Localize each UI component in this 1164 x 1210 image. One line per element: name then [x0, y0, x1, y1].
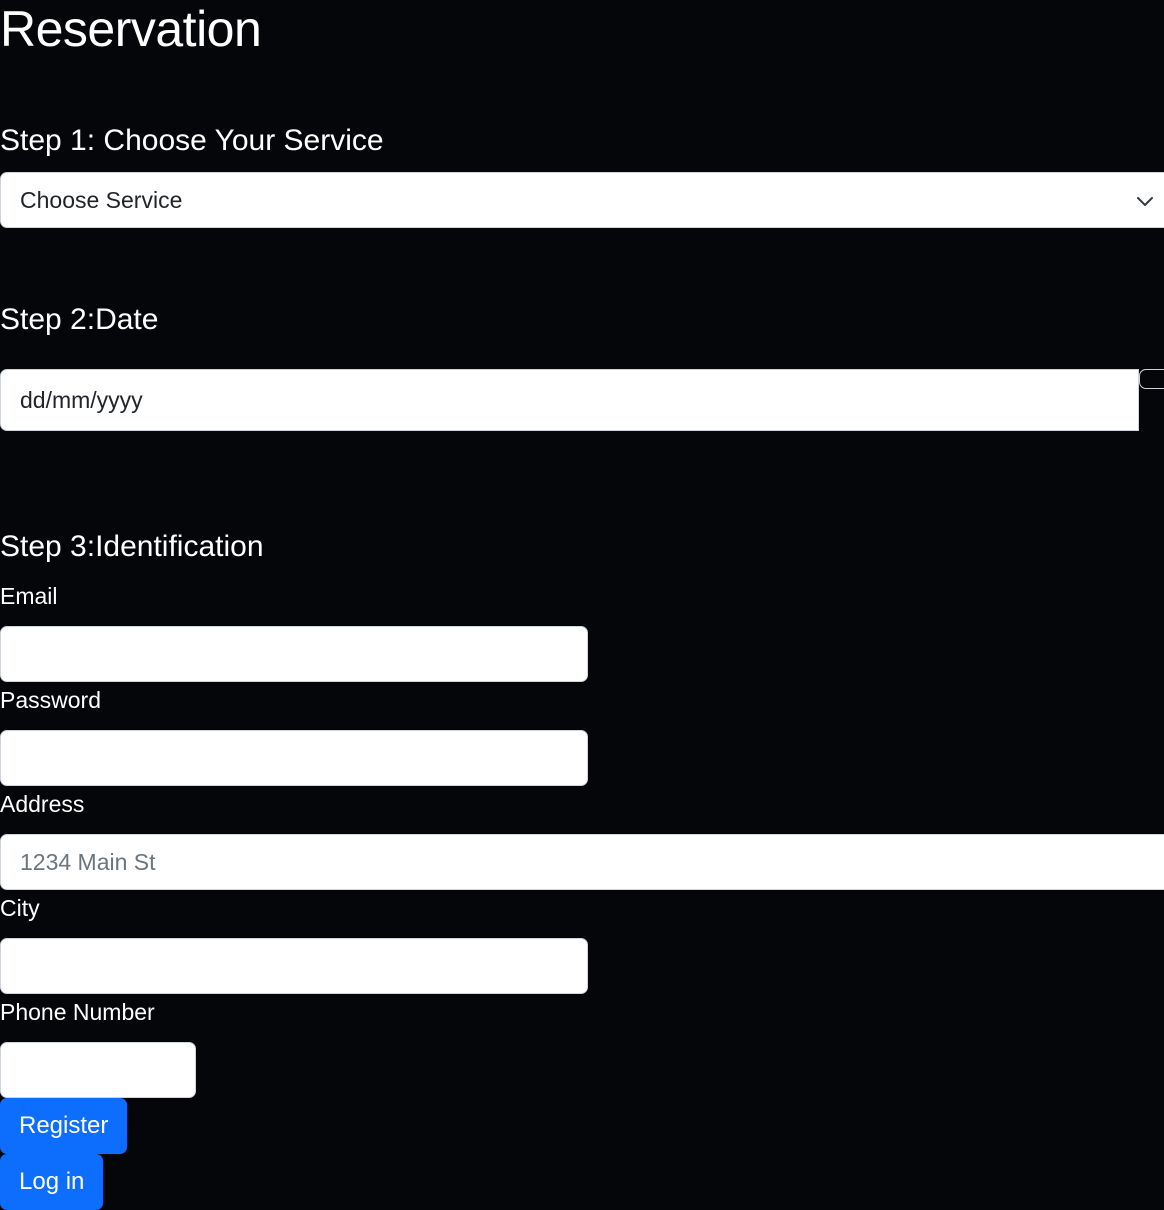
password-label: Password: [0, 687, 101, 713]
step3-heading: Step 3:Identification: [0, 530, 264, 563]
date-placeholder: dd/mm/yyyy: [20, 386, 143, 413]
register-button[interactable]: Register: [0, 1098, 128, 1154]
email-field[interactable]: [0, 626, 588, 682]
email-label: Email: [0, 583, 58, 609]
city-field[interactable]: [0, 938, 588, 994]
service-select[interactable]: Choose Service: [0, 172, 1164, 228]
phone-label: Phone Number: [0, 999, 155, 1025]
address-placeholder: 1234 Main St: [20, 848, 156, 875]
date-picker-toggle[interactable]: [1139, 369, 1164, 389]
date-input[interactable]: dd/mm/yyyy: [0, 369, 1139, 431]
password-field[interactable]: [0, 730, 588, 786]
step2-heading: Step 2:Date: [0, 303, 159, 336]
address-field[interactable]: 1234 Main St: [0, 834, 1164, 890]
step1-heading: Step 1: Choose Your Service: [0, 124, 384, 157]
city-label: City: [0, 895, 40, 921]
page-title: Reservation: [0, 1, 262, 57]
address-label: Address: [0, 791, 85, 817]
service-select-value: Choose Service: [20, 186, 183, 213]
phone-field[interactable]: [0, 1042, 196, 1098]
chevron-down-icon: [1137, 197, 1153, 206]
login-button[interactable]: Log in: [0, 1154, 104, 1210]
